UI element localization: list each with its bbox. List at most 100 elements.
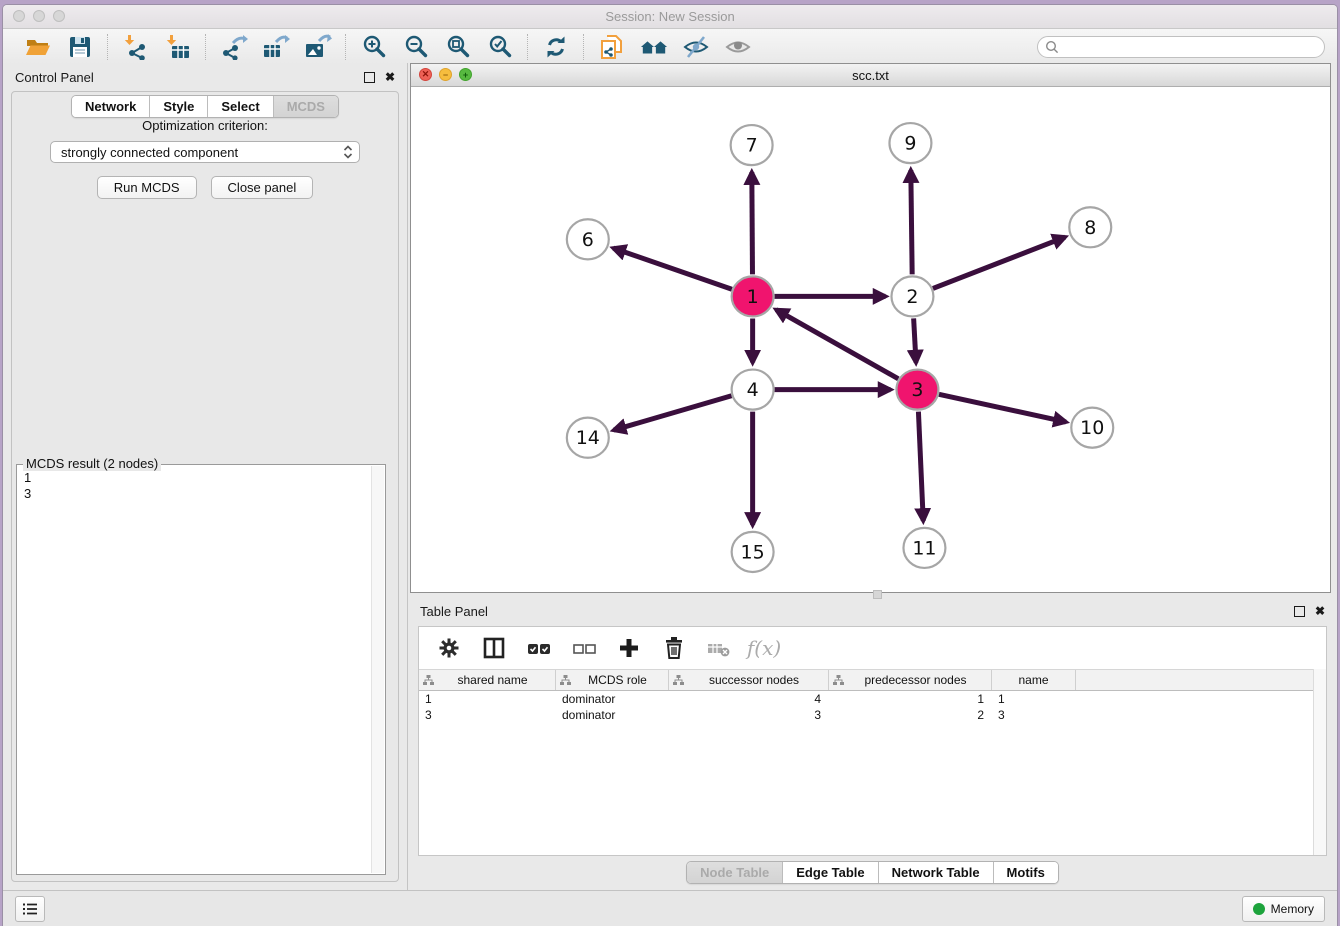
- edge-3-11[interactable]: [918, 412, 923, 521]
- memory-button[interactable]: Memory: [1242, 896, 1325, 922]
- table-cell[interactable]: 2: [829, 707, 992, 723]
- table-cell[interactable]: 3: [992, 707, 1076, 723]
- add-column-button[interactable]: [615, 634, 643, 662]
- function-builder-button[interactable]: f(x): [750, 634, 778, 662]
- node-3[interactable]: 3: [896, 370, 938, 410]
- fit-content-button[interactable]: [444, 33, 472, 61]
- result-scrollbar[interactable]: [371, 466, 384, 873]
- export-table-button[interactable]: [262, 33, 290, 61]
- duplicate-network-button[interactable]: [598, 33, 626, 61]
- close-panel-icon[interactable]: ✖: [385, 71, 395, 83]
- run-mcds-button[interactable]: Run MCDS: [97, 176, 197, 199]
- node-11[interactable]: 11: [903, 528, 945, 568]
- node-14[interactable]: 14: [567, 418, 609, 458]
- table-row[interactable]: 1dominator411: [419, 691, 1326, 707]
- delete-table-button[interactable]: [705, 634, 733, 662]
- tab-network-table[interactable]: Network Table: [878, 862, 993, 883]
- list-icon: [21, 900, 39, 918]
- mcds-result-line: 3: [24, 486, 371, 502]
- table-cell[interactable]: 3: [419, 707, 556, 723]
- column-header-name[interactable]: name: [992, 670, 1076, 690]
- table-cell[interactable]: dominator: [556, 707, 669, 723]
- network-frame-titlebar: ✕ − + scc.txt: [411, 64, 1330, 87]
- import-network-button[interactable]: [122, 33, 150, 61]
- refresh-view-button[interactable]: [542, 33, 570, 61]
- search-input[interactable]: [1037, 36, 1325, 58]
- table-cell[interactable]: 1: [992, 691, 1076, 707]
- close-panel-icon[interactable]: ✖: [1315, 605, 1325, 617]
- table-cell[interactable]: 1: [419, 691, 556, 707]
- node-9[interactable]: 9: [889, 123, 931, 163]
- edge-1-7[interactable]: [752, 172, 753, 274]
- minimize-window-icon[interactable]: [33, 10, 45, 22]
- column-header-successor-nodes[interactable]: successor nodes: [669, 670, 829, 690]
- export-image-button[interactable]: [304, 33, 332, 61]
- zoom-out-button[interactable]: [402, 33, 430, 61]
- table-row[interactable]: 3dominator323: [419, 707, 1326, 723]
- criterion-select[interactable]: strongly connected component: [50, 141, 360, 163]
- column-header-shared-name[interactable]: shared name: [419, 670, 556, 690]
- node-4[interactable]: 4: [732, 370, 774, 410]
- table-scrollbar[interactable]: [1313, 669, 1326, 855]
- edge-1-6[interactable]: [613, 248, 732, 289]
- edge-3-1[interactable]: [776, 310, 898, 379]
- hide-selected-button[interactable]: [682, 33, 710, 61]
- edge-4-14[interactable]: [614, 396, 732, 430]
- edge-2-3[interactable]: [914, 318, 916, 362]
- main-toolbar: [3, 29, 1337, 65]
- memory-label: Memory: [1271, 902, 1314, 916]
- mcds-result-list[interactable]: 1 3: [18, 468, 371, 873]
- node-8[interactable]: 8: [1069, 207, 1111, 247]
- edge-3-10[interactable]: [939, 394, 1066, 422]
- close-window-icon[interactable]: [13, 10, 25, 22]
- table-cell[interactable]: 3: [669, 707, 829, 723]
- frame-maximize-icon[interactable]: +: [459, 68, 472, 81]
- save-session-button[interactable]: [66, 33, 94, 61]
- hierarchy-icon: [673, 675, 684, 686]
- column-header-predecessor-nodes[interactable]: predecessor nodes: [829, 670, 992, 690]
- svg-text:7: 7: [746, 135, 758, 157]
- node-7[interactable]: 7: [731, 125, 773, 165]
- folder-icon: [25, 34, 51, 60]
- export-network-button[interactable]: [220, 33, 248, 61]
- edge-2-9[interactable]: [911, 170, 912, 274]
- frame-minimize-icon[interactable]: −: [439, 68, 452, 81]
- zoom-in-button[interactable]: [360, 33, 388, 61]
- show-all-button[interactable]: [724, 33, 752, 61]
- open-file-button[interactable]: [24, 33, 52, 61]
- import-table-button[interactable]: [164, 33, 192, 61]
- column-header-mcds-role[interactable]: MCDS role: [556, 670, 669, 690]
- float-panel-icon[interactable]: [364, 72, 375, 83]
- maximize-window-icon[interactable]: [53, 10, 65, 22]
- tab-motifs[interactable]: Motifs: [993, 862, 1058, 883]
- close-panel-button[interactable]: Close panel: [211, 176, 314, 199]
- deselect-all-button[interactable]: [570, 634, 598, 662]
- frame-close-icon[interactable]: ✕: [419, 68, 432, 81]
- node-10[interactable]: 10: [1071, 408, 1113, 448]
- node-15[interactable]: 15: [732, 532, 774, 572]
- float-panel-icon[interactable]: [1294, 606, 1305, 617]
- network-graph: 1 2 3 4 6 7 8 9 10 11 14 15: [411, 87, 1330, 592]
- table-cell[interactable]: 1: [829, 691, 992, 707]
- task-history-button[interactable]: [15, 896, 45, 922]
- zoom-selected-button[interactable]: [486, 33, 514, 61]
- first-neighbors-button[interactable]: [640, 33, 668, 61]
- edge-2-8[interactable]: [933, 237, 1065, 288]
- table-cell[interactable]: dominator: [556, 691, 669, 707]
- tab-select[interactable]: Select: [207, 96, 272, 117]
- select-all-button[interactable]: [525, 634, 553, 662]
- delete-columns-button[interactable]: [660, 634, 688, 662]
- table-settings-button[interactable]: [435, 634, 463, 662]
- table-cell[interactable]: 4: [669, 691, 829, 707]
- node-6[interactable]: 6: [567, 219, 609, 259]
- node-2[interactable]: 2: [891, 276, 933, 316]
- eye-slash-icon: [683, 34, 709, 60]
- network-canvas[interactable]: 1 2 3 4 6 7 8 9 10 11 14 15: [411, 87, 1330, 592]
- tab-mcds[interactable]: MCDS: [273, 96, 338, 117]
- tab-network[interactable]: Network: [72, 96, 149, 117]
- tab-edge-table[interactable]: Edge Table: [782, 862, 877, 883]
- split-panel-button[interactable]: [480, 634, 508, 662]
- tab-node-table[interactable]: Node Table: [687, 862, 782, 883]
- node-1[interactable]: 1: [732, 276, 774, 316]
- tab-style[interactable]: Style: [149, 96, 207, 117]
